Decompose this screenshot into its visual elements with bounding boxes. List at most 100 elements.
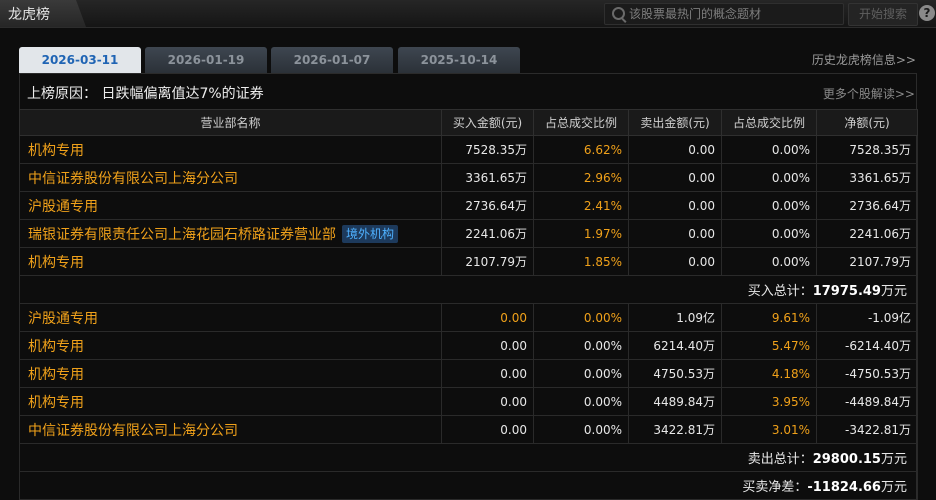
net-amount: -4750.53万 — [816, 359, 918, 388]
table-row: 机构专用 2107.79万 1.85% 0.00 0.00% 2107.79万 — [19, 247, 918, 276]
listing-reason: 上榜原因： 日跌幅偏离值达7%的证券 — [27, 86, 264, 102]
col-header-buy: 买入金额(元) — [441, 109, 534, 136]
sell-pct: 3.95% — [721, 387, 817, 416]
buy-amount: 0.00 — [441, 331, 534, 360]
buy-pct: 2.96% — [533, 163, 629, 192]
search-button[interactable]: 开始搜索 — [848, 3, 918, 26]
search-input[interactable] — [629, 4, 839, 24]
table-row: 沪股通专用 2736.64万 2.41% 0.00 0.00% 2736.64万 — [19, 191, 918, 220]
buy-amount: 2107.79万 — [441, 247, 534, 276]
tab-date-2[interactable]: 2026-01-19 — [145, 47, 267, 73]
net-amount: 2107.79万 — [816, 247, 918, 276]
sell-amount: 0.00 — [628, 163, 722, 192]
tab-date-1[interactable]: 2026-03-11 — [19, 47, 141, 73]
sell-amount: 0.00 — [628, 191, 722, 220]
net-total-unit: 万元 — [880, 480, 907, 495]
help-icon[interactable]: ? — [919, 5, 935, 21]
net-amount: 7528.35万 — [816, 135, 918, 164]
table-header-row: 营业部名称 买入金额(元) 占总成交比例 卖出金额(元) 占总成交比例 净额(元… — [19, 109, 918, 136]
net-total: 买卖净差：-11824.66万元 — [19, 471, 918, 500]
net-total-row: 买卖净差：-11824.66万元 — [19, 471, 918, 500]
net-amount: -1.09亿 — [816, 303, 918, 332]
sell-total-label: 卖出总计： — [747, 452, 813, 467]
top-bar: 龙虎榜 开始搜索 ? — [0, 0, 936, 28]
app-title: 龙虎榜 — [8, 7, 50, 23]
branch-name[interactable]: 沪股通专用 — [19, 191, 442, 220]
sell-amount: 4750.53万 — [628, 359, 722, 388]
sell-pct: 0.00% — [721, 163, 817, 192]
sell-amount: 1.09亿 — [628, 303, 722, 332]
net-amount: 3361.65万 — [816, 163, 918, 192]
sell-pct: 4.18% — [721, 359, 817, 388]
branch-name[interactable]: 沪股通专用 — [19, 303, 442, 332]
sell-amount: 6214.40万 — [628, 331, 722, 360]
net-amount: -3422.81万 — [816, 415, 918, 444]
buy-amount: 7528.35万 — [441, 135, 534, 164]
buy-pct: 2.41% — [533, 191, 629, 220]
buy-total-row: 买入总计：17975.49万元 — [19, 275, 918, 304]
table-row: 机构专用 0.00 0.00% 4750.53万 4.18% -4750.53万 — [19, 359, 918, 388]
branch-name[interactable]: 机构专用 — [19, 359, 442, 388]
buy-amount: 3361.65万 — [441, 163, 534, 192]
buy-pct: 6.62% — [533, 135, 629, 164]
search-icon — [612, 7, 625, 20]
net-amount: 2241.06万 — [816, 219, 918, 248]
branch-name[interactable]: 机构专用 — [19, 387, 442, 416]
sell-total: 卖出总计：29800.15万元 — [19, 443, 918, 472]
sell-amount: 0.00 — [628, 219, 722, 248]
net-amount: -6214.40万 — [816, 331, 918, 360]
table-row: 瑞银证券有限责任公司上海花园石桥路证券营业部 境外机构 2241.06万 1.97… — [19, 219, 918, 248]
table-row: 中信证券股份有限公司上海分公司 0.00 0.00% 3422.81万 3.01… — [19, 415, 918, 444]
branch-name[interactable]: 中信证券股份有限公司上海分公司 — [19, 415, 442, 444]
buy-total-unit: 万元 — [880, 284, 907, 299]
sell-total-value: 29800.15 — [812, 452, 881, 467]
buy-amount: 0.00 — [441, 303, 534, 332]
sell-amount: 0.00 — [628, 135, 722, 164]
sell-total-row: 卖出总计：29800.15万元 — [19, 443, 918, 472]
branch-name[interactable]: 中信证券股份有限公司上海分公司 — [19, 163, 442, 192]
branch-name[interactable]: 机构专用 — [19, 331, 442, 360]
buy-amount: 0.00 — [441, 415, 534, 444]
branch-name[interactable]: 瑞银证券有限责任公司上海花园石桥路证券营业部 — [28, 227, 336, 243]
buy-pct: 0.00% — [533, 303, 629, 332]
net-amount: -4489.84万 — [816, 387, 918, 416]
buy-pct: 0.00% — [533, 387, 629, 416]
branch-name[interactable]: 机构专用 — [19, 247, 442, 276]
buy-total-value: 17975.49 — [812, 284, 881, 299]
col-header-net: 净额(元) — [816, 109, 918, 136]
col-header-sell-pct: 占总成交比例 — [721, 109, 817, 136]
sell-pct: 0.00% — [721, 191, 817, 220]
buy-amount: 2241.06万 — [441, 219, 534, 248]
table-row: 沪股通专用 0.00 0.00% 1.09亿 9.61% -1.09亿 — [19, 303, 918, 332]
sell-pct: 5.47% — [721, 331, 817, 360]
branch-name[interactable]: 机构专用 — [19, 135, 442, 164]
table-row: 机构专用 0.00 0.00% 6214.40万 5.47% -6214.40万 — [19, 331, 918, 360]
sell-pct: 0.00% — [721, 219, 817, 248]
buy-total: 买入总计：17975.49万元 — [19, 275, 918, 304]
history-link[interactable]: 历史龙虎榜信息>> — [812, 51, 916, 68]
table-row: 机构专用 7528.35万 6.62% 0.00 0.00% 7528.35万 — [19, 135, 918, 164]
sell-pct: 0.00% — [721, 247, 817, 276]
buy-pct: 0.00% — [533, 415, 629, 444]
net-total-value: -11824.66 — [807, 480, 881, 495]
more-analysis-link[interactable]: 更多个股解读>> — [823, 85, 915, 102]
buy-pct: 0.00% — [533, 331, 629, 360]
sell-amount: 3422.81万 — [628, 415, 722, 444]
search-box[interactable] — [604, 3, 844, 25]
buy-amount: 0.00 — [441, 387, 534, 416]
buy-pct: 1.85% — [533, 247, 629, 276]
tab-date-3[interactable]: 2026-01-07 — [271, 47, 393, 73]
trading-table: 营业部名称 买入金额(元) 占总成交比例 卖出金额(元) 占总成交比例 净额(元… — [19, 109, 918, 500]
reason-bar: 上榜原因： 日跌幅偏离值达7%的证券 更多个股解读>> — [19, 78, 917, 106]
overseas-badge: 境外机构 — [342, 224, 399, 243]
buy-pct: 0.00% — [533, 359, 629, 388]
tab-date-4[interactable]: 2025-10-14 — [398, 47, 520, 73]
sell-amount: 0.00 — [628, 247, 722, 276]
col-header-branch: 营业部名称 — [19, 109, 442, 136]
sell-total-unit: 万元 — [880, 452, 907, 467]
sell-pct: 3.01% — [721, 415, 817, 444]
sell-pct: 9.61% — [721, 303, 817, 332]
net-amount: 2736.64万 — [816, 191, 918, 220]
buy-pct: 1.97% — [533, 219, 629, 248]
sell-pct: 0.00% — [721, 135, 817, 164]
